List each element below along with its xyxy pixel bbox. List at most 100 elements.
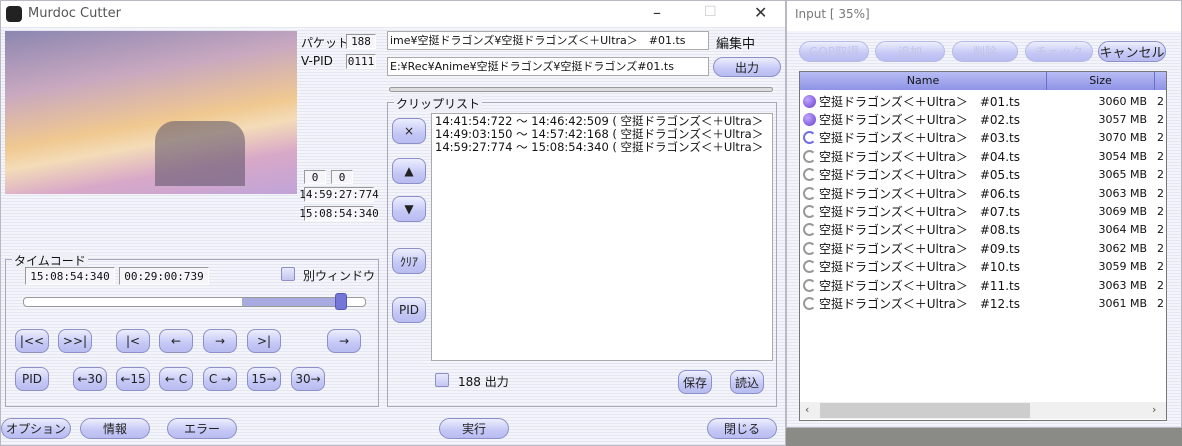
file-row[interactable]: 空挺ドラゴンズ＜＋Ultra＞ #07.ts 3069 MB 2 (803, 202, 1166, 220)
pending-status-icon (803, 260, 816, 274)
back-cut-button[interactable]: ← C (159, 367, 193, 391)
file-name: 空挺ドラゴンズ＜＋Ultra＞ #10.ts (819, 260, 1020, 275)
file-row[interactable]: 空挺ドラゴンズ＜＋Ultra＞ #12.ts 3061 MB 2 (803, 294, 1166, 312)
file-row[interactable]: 空挺ドラゴンズ＜＋Ultra＞ #11.ts 3063 MB 2 (803, 276, 1166, 294)
title-bar: Murdoc Cutter – ☐ ✕ (1, 1, 785, 27)
cliplist-label: クリップリスト (394, 95, 483, 112)
video-preview (5, 31, 297, 194)
file-extra-column: 2 (1157, 186, 1164, 200)
step-back-button[interactable]: ← (159, 329, 193, 353)
input-window: Input [ 35%] GOP取得 追加 削除 チェック キャンセル Name… (786, 0, 1182, 428)
scroll-right-icon[interactable]: › (1152, 403, 1156, 416)
file-row[interactable]: 空挺ドラゴンズ＜＋Ultra＞ #03.ts 3070 MB 2 (803, 129, 1166, 147)
file-row[interactable]: 空挺ドラゴンズ＜＋Ultra＞ #06.ts 3063 MB 2 (803, 184, 1166, 202)
add-button[interactable]: 追加 (875, 41, 945, 62)
file-size: 3063 MB (1098, 186, 1147, 200)
video-figures (155, 121, 245, 186)
move-up-button[interactable]: ▲ (392, 158, 426, 184)
back-15-button[interactable]: ←15 (116, 367, 150, 391)
column-size[interactable]: Size (1047, 72, 1155, 90)
forward-30-button[interactable]: 30→ (291, 367, 325, 391)
column-name[interactable]: Name (800, 72, 1047, 90)
out188-checkbox[interactable] (435, 373, 449, 387)
file-row[interactable]: 空挺ドラゴンズ＜＋Ultra＞ #09.ts 3062 MB 2 (803, 239, 1166, 257)
pid-button[interactable]: PID (15, 367, 49, 391)
file-size: 3057 MB (1098, 112, 1147, 126)
jump-end-button[interactable]: >>| (58, 329, 92, 353)
file-extra-column: 2 (1157, 131, 1164, 145)
scroll-left-icon[interactable]: ‹ (805, 403, 809, 416)
options-button[interactable]: オプション (1, 418, 71, 439)
next-keyframe-button[interactable]: >| (247, 329, 281, 353)
remove-button[interactable]: 削除 (952, 41, 1018, 62)
file-extra-column: 2 (1157, 94, 1164, 108)
vpid-label: V-PID (301, 54, 333, 68)
seek-slider[interactable] (23, 293, 366, 310)
go-button[interactable]: → (327, 329, 361, 353)
separate-window-checkbox[interactable] (281, 267, 295, 281)
file-row[interactable]: 空挺ドラゴンズ＜＋Ultra＞ #04.ts 3054 MB 2 (803, 147, 1166, 165)
file-name: 空挺ドラゴンズ＜＋Ultra＞ #12.ts (819, 296, 1020, 311)
file-row[interactable]: 空挺ドラゴンズ＜＋Ultra＞ #02.ts 3057 MB 2 (803, 110, 1166, 128)
save-button[interactable]: 保存 (678, 370, 712, 394)
step-forward-button[interactable]: → (203, 329, 237, 353)
pid-button-clip[interactable]: PID (392, 297, 426, 323)
forward-15-button[interactable]: 15→ (247, 367, 281, 391)
cliplist-box[interactable]: 14:41:54:722 〜 14:46:42:509 ( 空挺ドラゴンズ＜＋U… (431, 113, 773, 361)
forward-cut-button[interactable]: C → (203, 367, 237, 391)
jump-start-button[interactable]: |<< (15, 329, 49, 353)
pending-status-icon (803, 241, 816, 255)
packet-label: パケット (301, 36, 350, 50)
file-list[interactable]: Name Size 空挺ドラゴンズ＜＋Ultra＞ #01.ts 3060 MB 2… (799, 71, 1167, 421)
file-name: 空挺ドラゴンズ＜＋Ultra＞ #01.ts (819, 94, 1020, 109)
current-timecode: 15:08:54:340 (25, 267, 115, 285)
file-size: 3054 MB (1098, 149, 1147, 163)
close-button[interactable]: 閉じる (707, 418, 777, 439)
file-name: 空挺ドラゴンズ＜＋Ultra＞ #09.ts (819, 241, 1020, 256)
back-30-button[interactable]: ←30 (73, 367, 107, 391)
close-icon[interactable]: ✕ (754, 3, 767, 22)
file-row[interactable]: 空挺ドラゴンズ＜＋Ultra＞ #05.ts 3065 MB 2 (803, 166, 1166, 184)
file-row[interactable]: 空挺ドラゴンズ＜＋Ultra＞ #10.ts 3059 MB 2 (803, 258, 1166, 276)
pending-status-icon (803, 223, 816, 237)
scrollbar-thumb[interactable] (820, 403, 1030, 418)
file-row[interactable]: 空挺ドラゴンズ＜＋Ultra＞ #01.ts 3060 MB 2 (803, 92, 1166, 110)
run-button[interactable]: 実行 (439, 418, 509, 439)
gop-button[interactable]: GOP取得 (799, 41, 869, 62)
load-button[interactable]: 読込 (730, 370, 764, 394)
cancel-button[interactable]: キャンセル (1098, 41, 1166, 62)
input-path-field[interactable]: ime¥空挺ドラゴンズ¥空挺ドラゴンズ＜＋Ultra＞ #01.ts (387, 31, 709, 50)
check-button[interactable]: チェック (1025, 41, 1093, 62)
file-name: 空挺ドラゴンズ＜＋Ultra＞ #06.ts (819, 186, 1020, 201)
file-extra-column: 2 (1157, 260, 1164, 274)
processing-status-icon (803, 131, 816, 145)
slider-thumb[interactable] (335, 293, 348, 310)
file-size: 3063 MB (1098, 278, 1147, 292)
error-button[interactable]: エラー (167, 418, 237, 439)
file-extra-column: 2 (1157, 204, 1164, 218)
file-name: 空挺ドラゴンズ＜＋Ultra＞ #05.ts (819, 168, 1020, 183)
file-size: 3069 MB (1098, 204, 1147, 218)
slider-range-fill (242, 298, 342, 306)
maximize-icon[interactable]: ☐ (704, 4, 717, 20)
delete-clip-button[interactable]: × (392, 118, 426, 144)
output-button[interactable]: 出力 (713, 57, 781, 77)
file-extra-column: 2 (1157, 149, 1164, 163)
input-title-bar: Input [ 35%] (787, 1, 1181, 31)
clip-item[interactable]: 14:59:27:774 〜 15:08:54:340 ( 空挺ドラゴンズ＜＋U… (435, 141, 772, 154)
pending-status-icon (803, 296, 816, 310)
out188-label: 188 出力 (458, 375, 509, 389)
pending-status-icon (803, 278, 816, 292)
separate-window-label: 別ウィンドウ (303, 269, 376, 283)
file-row[interactable]: 空挺ドラゴンズ＜＋Ultra＞ #08.ts 3064 MB 2 (803, 221, 1166, 239)
move-down-button[interactable]: ▼ (392, 196, 426, 222)
vpid-value: 0111 (346, 54, 376, 69)
horizontal-scrollbar[interactable]: ‹ › (800, 402, 1166, 419)
prev-keyframe-button[interactable]: |< (116, 329, 150, 353)
minimize-icon[interactable]: – (653, 3, 661, 22)
output-path-field[interactable]: E:¥Rec¥Anime¥空挺ドラゴンズ¥空挺ドラゴンズ#01.ts (387, 57, 709, 76)
info-button[interactable]: 情報 (80, 418, 150, 439)
clip-end-time: 15:08:54:340 (299, 206, 379, 221)
clear-button[interactable]: ｸﾘｱ (392, 248, 426, 274)
file-size: 3064 MB (1098, 223, 1147, 237)
